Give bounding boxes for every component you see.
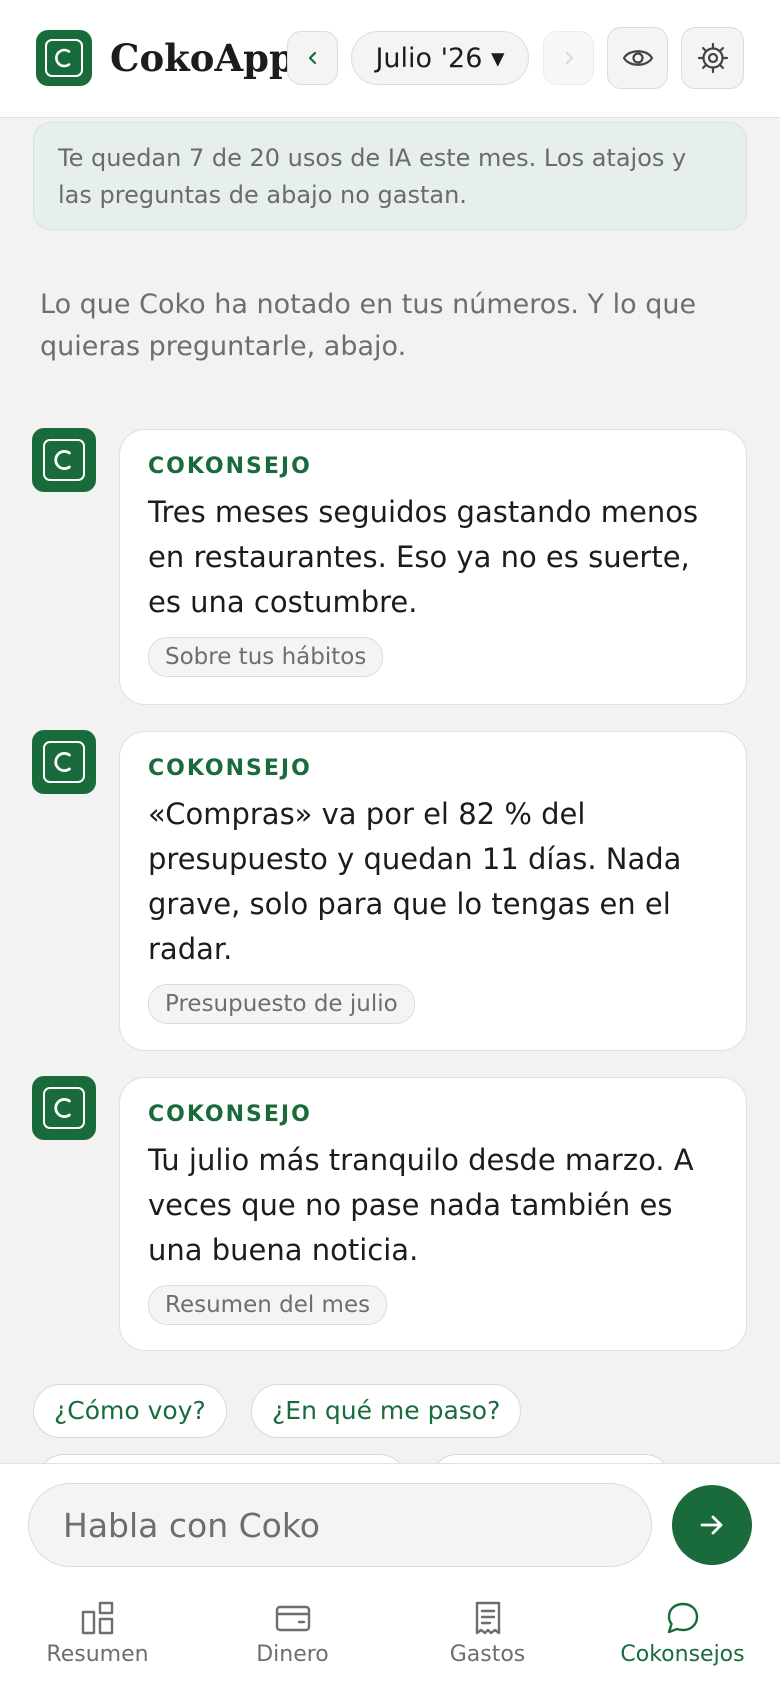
coko-avatar	[32, 428, 96, 492]
next-month-button[interactable]	[543, 31, 594, 85]
bottom-nav: Resumen Dinero Gastos Cokonsejos	[0, 1593, 780, 1688]
app-logo	[36, 30, 92, 86]
prev-month-button[interactable]	[287, 31, 338, 85]
cokonsejo-card: COKONSEJO «Compras» va por el 82 % del p…	[119, 731, 747, 1051]
card-label: COKONSEJO	[148, 454, 312, 479]
card-text: Tres meses seguidos gastando menos en re…	[148, 495, 699, 619]
logo-c-icon	[45, 39, 83, 77]
dashboard-icon	[81, 1601, 113, 1635]
card-label: COKONSEJO	[148, 756, 312, 781]
nav-label: Gastos	[449, 1642, 526, 1667]
ai-quota-notice: Te quedan 7 de 20 usos de IA este mes. L…	[33, 122, 747, 230]
receipt-icon	[475, 1601, 500, 1635]
intro-text: Lo que Coko ha notado en tus números. Y …	[40, 289, 697, 362]
nav-item-gastos[interactable]: Gastos	[390, 1593, 585, 1688]
card-text: «Compras» va por el 82 % del presupuesto…	[148, 797, 682, 966]
card-text: Tu julio más tranquilo desde marzo. A ve…	[148, 1143, 694, 1267]
app-header: CokoApp Julio '26 ▾	[0, 0, 780, 118]
logo-c-icon	[43, 439, 85, 481]
chevron-left-icon	[308, 51, 316, 65]
nav-label: Resumen	[46, 1642, 149, 1667]
nav-label: Dinero	[256, 1642, 329, 1667]
nav-item-resumen[interactable]: Resumen	[0, 1593, 195, 1688]
send-button[interactable]	[672, 1485, 752, 1565]
cokonsejo-card: COKONSEJO Tres meses seguidos gastando m…	[119, 429, 747, 705]
chat-composer	[0, 1463, 780, 1593]
logo-c-icon	[43, 1087, 85, 1129]
app-title: CokoApp	[110, 36, 295, 80]
arrow-right-icon	[700, 1515, 723, 1535]
eye-icon	[622, 50, 653, 66]
cokonsejo-card: COKONSEJO Tu julio más tranquilo desde m…	[119, 1077, 747, 1351]
card-tag[interactable]: Presupuesto de julio	[148, 984, 415, 1024]
chevron-right-icon	[565, 51, 573, 65]
gear-icon	[697, 42, 728, 74]
chat-bubble-icon	[667, 1602, 698, 1634]
chat-input[interactable]	[28, 1483, 652, 1567]
card-tag[interactable]: Resumen del mes	[148, 1285, 388, 1325]
nav-label: Cokonsejos	[620, 1642, 745, 1667]
coko-avatar	[32, 730, 96, 794]
coko-avatar	[32, 1076, 96, 1140]
nav-item-cokonsejos[interactable]: Cokonsejos	[585, 1593, 780, 1688]
quick-question-chip[interactable]: ¿Cómo voy?	[33, 1384, 227, 1438]
nav-item-dinero[interactable]: Dinero	[195, 1593, 390, 1688]
card-label: COKONSEJO	[148, 1102, 312, 1127]
logo-c-icon	[43, 741, 85, 783]
card-tag[interactable]: Sobre tus hábitos	[148, 637, 384, 677]
settings-button[interactable]	[681, 27, 744, 89]
toggle-visibility-button[interactable]	[607, 27, 668, 89]
wallet-icon	[275, 1605, 310, 1632]
quick-question-chip[interactable]: ¿En qué me paso?	[251, 1384, 522, 1438]
month-selector[interactable]: Julio '26 ▾	[351, 31, 529, 85]
